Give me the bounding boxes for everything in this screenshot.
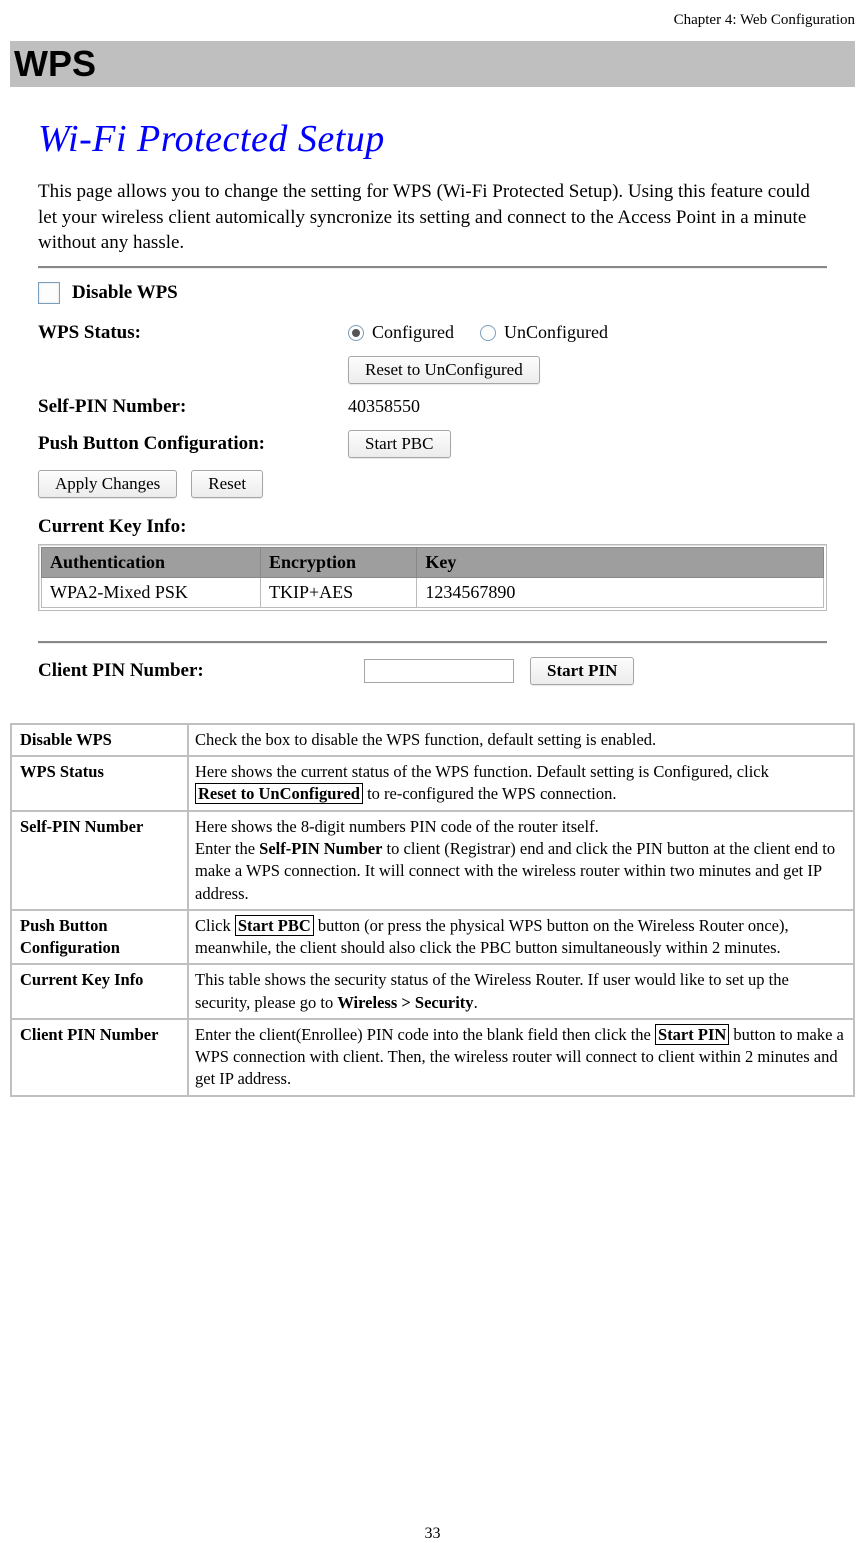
desc-fragment: Here shows the 8-digit numbers PIN code … bbox=[195, 817, 599, 836]
disable-wps-label: Disable WPS bbox=[72, 282, 178, 304]
radio-configured-label: Configured bbox=[372, 322, 454, 343]
col-enc: Encryption bbox=[260, 547, 416, 577]
radio-unconfigured-label: UnConfigured bbox=[504, 322, 608, 343]
reset-to-unconfigured-button[interactable]: Reset to UnConfigured bbox=[348, 356, 540, 384]
table-row: WPS Status Here shows the current status… bbox=[12, 757, 853, 810]
selfpin-value: 40358550 bbox=[348, 396, 420, 417]
divider bbox=[38, 266, 827, 268]
desc-fragment: Enter the bbox=[195, 839, 259, 858]
table-row: Client PIN Number Enter the client(Enrol… bbox=[12, 1020, 853, 1095]
desc-term: Disable WPS bbox=[12, 725, 187, 755]
start-pbc-ref: Start PBC bbox=[235, 915, 314, 936]
selfpin-label: Self-PIN Number: bbox=[38, 396, 348, 418]
clientpin-label: Client PIN Number: bbox=[38, 660, 348, 682]
desc-term: Push Button Configuration bbox=[12, 911, 187, 964]
desc-fragment: This table shows the security status of … bbox=[195, 970, 789, 1011]
pbc-label: Push Button Configuration: bbox=[38, 433, 348, 455]
start-pin-button[interactable]: Start PIN bbox=[530, 657, 634, 685]
desc-text: Here shows the current status of the WPS… bbox=[189, 757, 853, 810]
wps-status-label: WPS Status: bbox=[38, 322, 348, 344]
desc-text: Enter the client(Enrollee) PIN code into… bbox=[189, 1020, 853, 1095]
desc-bold: Wireless > Security bbox=[337, 993, 473, 1012]
apply-changes-button[interactable]: Apply Changes bbox=[38, 470, 177, 498]
table-row: Push Button Configuration Click Start PB… bbox=[12, 911, 853, 964]
desc-fragment: to re-configured the WPS connection. bbox=[363, 784, 617, 803]
field-description-table: Disable WPS Check the box to disable the… bbox=[10, 723, 855, 1097]
table-row: Self-PIN Number Here shows the 8-digit n… bbox=[12, 812, 853, 909]
desc-text: Check the box to disable the WPS functio… bbox=[189, 725, 853, 755]
desc-text: Click Start PBC button (or press the phy… bbox=[189, 911, 853, 964]
keyinfo-table: Authentication Encryption Key WPA2-Mixed… bbox=[41, 547, 824, 608]
desc-term: Client PIN Number bbox=[12, 1020, 187, 1095]
section-title-wps: WPS bbox=[10, 41, 855, 87]
disable-wps-checkbox[interactable] bbox=[38, 282, 60, 304]
desc-bold: Self-PIN Number bbox=[259, 839, 382, 858]
col-auth: Authentication bbox=[42, 547, 261, 577]
desc-text: This table shows the security status of … bbox=[189, 965, 853, 1018]
desc-fragment: Enter the client(Enrollee) PIN code into… bbox=[195, 1025, 655, 1044]
col-key: Key bbox=[417, 547, 824, 577]
cell-key: 1234567890 bbox=[417, 577, 824, 607]
desc-fragment: Here shows the current status of the WPS… bbox=[195, 762, 769, 781]
desc-term: Self-PIN Number bbox=[12, 812, 187, 909]
start-pbc-button[interactable]: Start PBC bbox=[348, 430, 451, 458]
desc-text: Here shows the 8-digit numbers PIN code … bbox=[189, 812, 853, 909]
keyinfo-table-wrap: Authentication Encryption Key WPA2-Mixed… bbox=[38, 544, 827, 611]
cell-auth: WPA2-Mixed PSK bbox=[42, 577, 261, 607]
start-pin-ref: Start PIN bbox=[655, 1024, 729, 1045]
reset-button[interactable]: Reset bbox=[191, 470, 263, 498]
cell-enc: TKIP+AES bbox=[260, 577, 416, 607]
reset-unconfigured-ref: Reset to UnConfigured bbox=[195, 783, 363, 804]
radio-configured[interactable] bbox=[348, 325, 364, 341]
client-pin-input[interactable] bbox=[364, 659, 514, 683]
table-row: Current Key Info This table shows the se… bbox=[12, 965, 853, 1018]
current-key-info-heading: Current Key Info: bbox=[38, 516, 827, 538]
table-header-row: Authentication Encryption Key bbox=[42, 547, 824, 577]
chapter-header: Chapter 4: Web Configuration bbox=[10, 12, 855, 29]
desc-fragment: . bbox=[474, 993, 478, 1012]
divider bbox=[38, 641, 827, 643]
wps-intro-text: This page allows you to change the setti… bbox=[38, 179, 827, 256]
radio-unconfigured[interactable] bbox=[480, 325, 496, 341]
wps-screenshot: Wi-Fi Protected Setup This page allows y… bbox=[10, 105, 855, 715]
desc-fragment: Click bbox=[195, 916, 235, 935]
table-row: Disable WPS Check the box to disable the… bbox=[12, 725, 853, 755]
wps-page-title: Wi-Fi Protected Setup bbox=[38, 117, 827, 161]
table-row: WPA2-Mixed PSK TKIP+AES 1234567890 bbox=[42, 577, 824, 607]
desc-term: Current Key Info bbox=[12, 965, 187, 1018]
desc-term: WPS Status bbox=[12, 757, 187, 810]
page-number: 33 bbox=[0, 1525, 865, 1543]
